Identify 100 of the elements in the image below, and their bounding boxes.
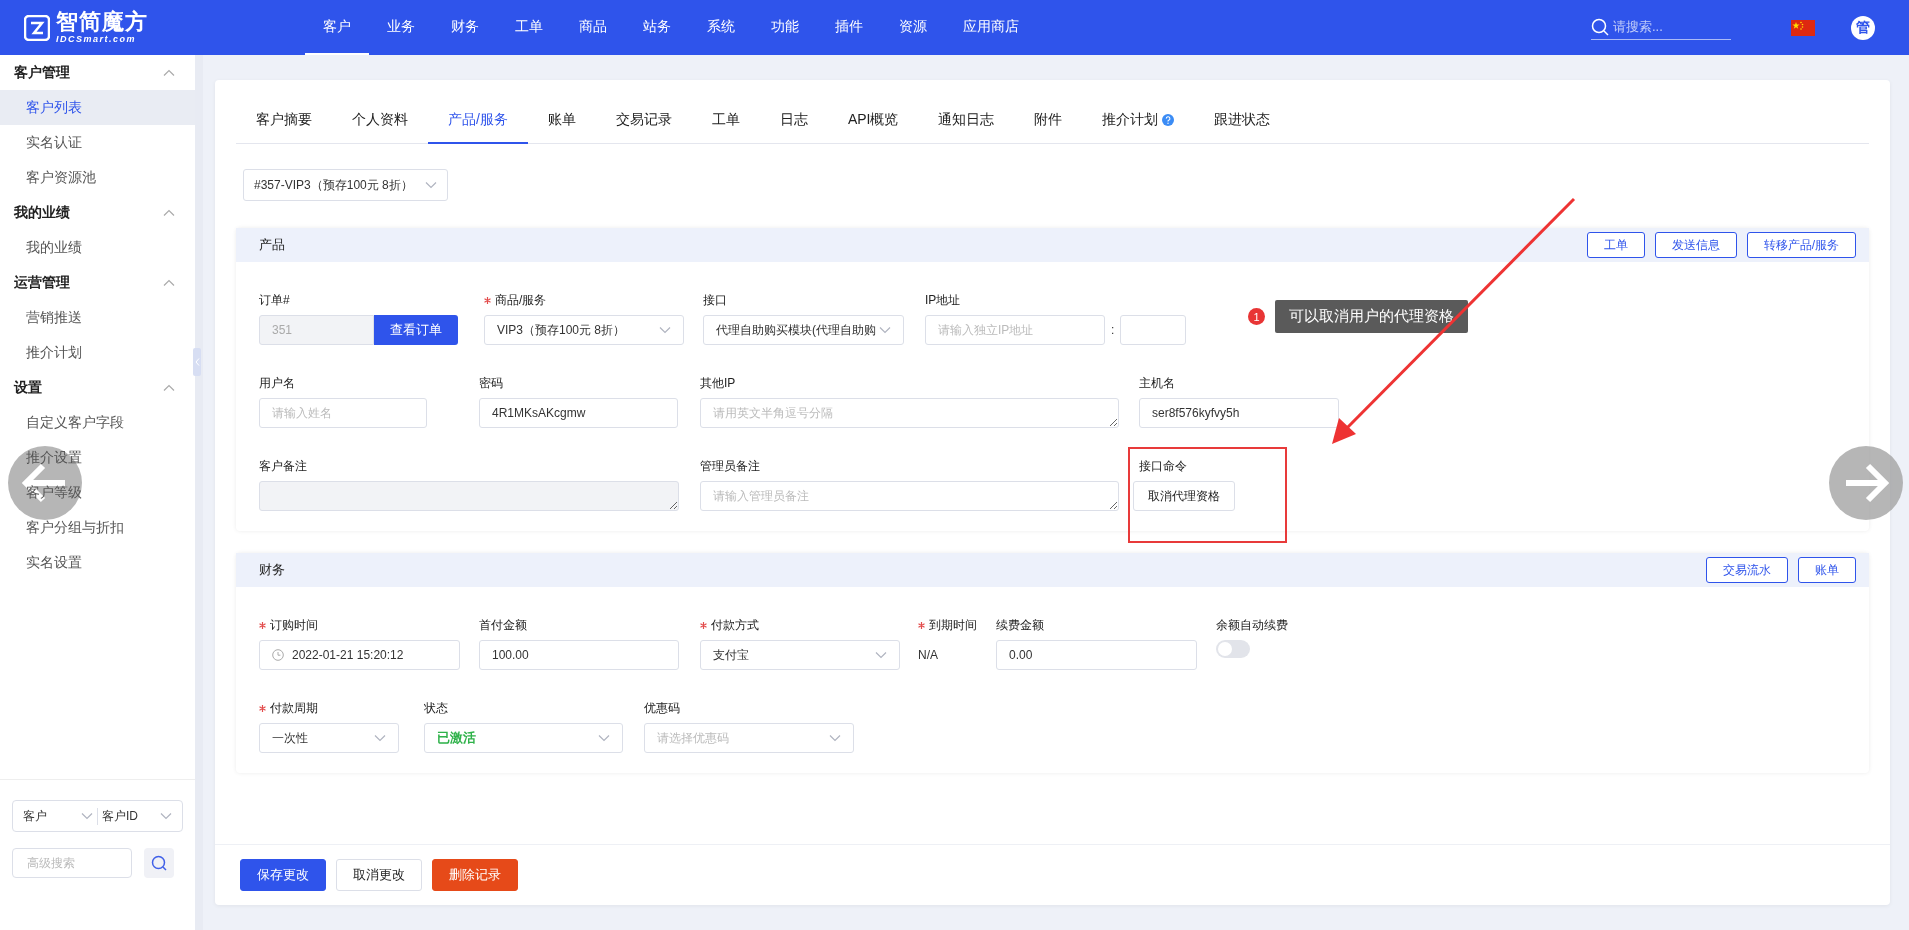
sidebar-group[interactable]: 客户管理 [0,55,195,90]
textarea-field[interactable]: 请用英文半角逗号分隔 [700,398,1119,428]
nav-item[interactable]: 站务 [625,0,689,55]
tab[interactable]: 跟进状态 [1194,97,1291,144]
search-field[interactable]: 高级搜索 [12,848,132,878]
field-value: N/A [918,647,939,664]
sidebar-item[interactable]: 营销推送 [0,300,195,335]
field-label: 商品/服务 [495,291,547,309]
action-button[interactable]: 账单 [1798,557,1856,583]
field-label: 余额自动续费 [1216,616,1288,634]
field-label: 用户名 [259,374,295,392]
chevron-down-icon [374,734,386,742]
logo-text: 智简魔方 [56,11,148,33]
nav-item[interactable]: 商品 [561,0,625,55]
separator: : [1111,323,1115,337]
tab[interactable]: API概览 [827,97,919,144]
textarea-field[interactable]: 请输入管理员备注 [700,481,1119,511]
nav-item[interactable]: 客户 [305,0,369,55]
tab[interactable]: 工单 [691,97,760,144]
tab[interactable]: 产品/服务 [428,97,528,144]
nav-item[interactable]: 系统 [689,0,753,55]
nav-item[interactable]: 功能 [753,0,817,55]
section-title: 产品 [259,236,286,254]
tab[interactable]: 客户摘要 [236,97,332,144]
chevron-down-icon [160,812,172,820]
search-field[interactable]: 请搜索... [1591,15,1731,40]
field-label: 订单# [259,291,290,309]
ip-field[interactable]: 请输入独立IP地址 [925,315,1105,345]
action-button[interactable]: 转移产品/服务 [1746,232,1856,258]
nav-item[interactable]: 业务 [369,0,433,55]
tab[interactable]: 交易记录 [595,97,692,144]
tab[interactable]: 日志 [759,97,828,144]
select-field[interactable]: VIP3（预存100元 8折） [484,315,684,345]
chevron-down-icon [598,734,610,742]
sidebar-group[interactable]: 设置 [0,370,195,405]
tab[interactable]: 推介计划 [1082,97,1195,144]
sidebar-item[interactable]: 客户等级 [0,475,195,510]
sidebar-group[interactable]: 我的业绩 [0,195,195,230]
filter-select[interactable]: 客户 客户ID [12,800,183,832]
chevron-up-icon [163,383,175,392]
tab[interactable]: 通知日志 [918,97,1015,144]
tab[interactable]: 附件 [1014,97,1083,144]
search-button[interactable] [144,848,174,878]
tab[interactable]: 个人资料 [332,97,428,144]
select-field[interactable]: 一次性 [259,723,399,753]
field-label: 密码 [479,374,503,392]
field-label: 状态 [424,699,448,717]
nav-item[interactable]: 插件 [817,0,881,55]
chevron-down-icon [875,651,887,659]
tab[interactable]: 账单 [527,97,596,144]
search-icon [1591,18,1609,36]
port-field[interactable] [1120,315,1187,345]
input-field[interactable]: 0.00 [996,640,1197,670]
required-icon [259,704,266,712]
action-button[interactable]: 工单 [1586,232,1645,258]
logo-icon [24,14,50,41]
required-icon [700,621,707,629]
field-label: 优惠码 [644,699,680,717]
chevron-up-icon [163,208,175,217]
sidebar-item[interactable]: 客户分组与折扣 [0,510,195,545]
action-button[interactable]: 交易流水 [1706,557,1788,583]
command-button[interactable]: 取消代理资格 [1133,481,1235,511]
sidebar-item[interactable]: 我的业绩 [0,230,195,265]
sidebar-item[interactable]: 推介设置 [0,440,195,475]
field-label: 接口 [703,291,727,309]
sidebar-item[interactable]: 客户资源池 [0,160,195,195]
nav-item[interactable]: 财务 [433,0,497,55]
chevron-up-icon [163,68,175,77]
footer-button[interactable]: 保存更改 [240,859,326,891]
footer-button[interactable]: 删除记录 [432,859,518,891]
footer-button[interactable]: 取消更改 [336,859,422,891]
chevron-left-icon [194,358,200,366]
date-field[interactable]: 2022-01-21 15:20:12 [259,640,460,670]
field-label: 主机名 [1139,374,1175,392]
field-label: IP地址 [925,291,961,309]
toggle-switch[interactable] [1216,640,1250,658]
sidebar-item[interactable]: 客户列表 [0,90,195,125]
input-field[interactable]: 100.00 [479,640,679,670]
collapse-handle[interactable] [193,348,201,376]
sidebar-item[interactable]: 实名设置 [0,545,195,580]
callout-tooltip: 可以取消用户的代理资格 [1275,300,1468,333]
sidebar-item[interactable]: 自定义客户字段 [0,405,195,440]
section-title: 财务 [259,561,286,579]
sidebar-item[interactable]: 推介计划 [0,335,195,370]
input-field[interactable]: ser8f576kyfvy5h [1139,398,1339,428]
input-field[interactable]: 4R1MKsAKcgmw [479,398,678,428]
select-field[interactable]: 代理自助购买模块(代理自助购 [703,315,904,345]
nav-item[interactable]: 资源 [881,0,945,55]
product-select[interactable]: #357-VIP3（预存100元 8折） [243,169,448,201]
action-button[interactable]: 发送信息 [1654,232,1737,258]
input-field[interactable]: 请输入姓名 [259,398,427,428]
chevron-down-icon [879,326,891,334]
nav-item[interactable]: 工单 [497,0,561,55]
sidebar-item[interactable]: 实名认证 [0,125,195,160]
nav-item[interactable]: 应用商店 [945,0,1037,55]
sidebar-group[interactable]: 运营管理 [0,265,195,300]
flag-icon[interactable] [1791,19,1815,36]
select-field[interactable]: 支付宝 [700,640,900,670]
avatar[interactable]: 管 [1851,15,1875,40]
search-icon [151,855,167,871]
